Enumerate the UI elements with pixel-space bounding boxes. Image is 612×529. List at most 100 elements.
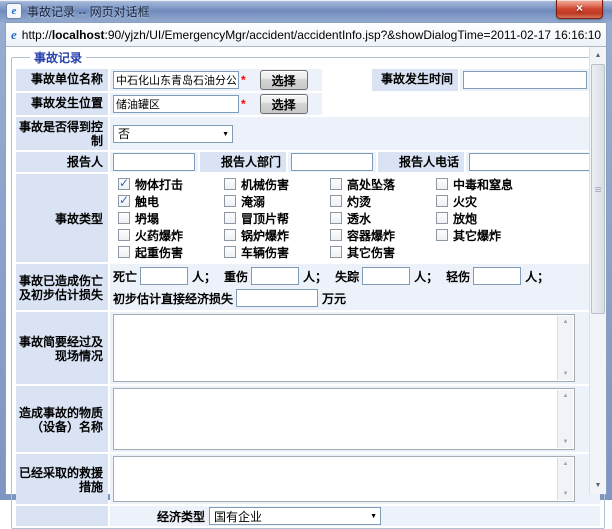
light-input[interactable] <box>473 267 521 285</box>
checkbox-label: 透水 <box>347 210 371 227</box>
accident-type-option[interactable]: 触电 <box>118 194 224 208</box>
url-text: http://localhost:90/yjzh/UI/EmergencyMgr… <box>22 28 601 42</box>
checkbox-icon[interactable] <box>436 212 448 224</box>
accident-type-option[interactable]: 火药爆炸 <box>118 228 224 242</box>
chevron-down-icon: ▼ <box>370 513 377 520</box>
occur-time-cell <box>460 69 600 91</box>
checkbox-icon[interactable] <box>330 178 342 190</box>
serious-input[interactable] <box>251 267 299 285</box>
scrollbar-thumb[interactable] <box>591 64 605 314</box>
missing-input[interactable] <box>362 267 410 285</box>
checkbox-icon[interactable] <box>436 195 448 207</box>
occur-time-label: 事故发生时间 <box>372 69 458 91</box>
checkbox-icon[interactable] <box>118 229 130 241</box>
econ-loss-input[interactable] <box>236 289 318 307</box>
textarea-scrollbar[interactable]: ▲▼ <box>557 316 573 380</box>
url-host: localhost <box>52 28 105 42</box>
accident-type-option[interactable]: 高处坠落 <box>330 177 436 191</box>
vertical-scrollbar[interactable]: ▲ ▼ <box>589 47 606 494</box>
checkbox-icon[interactable] <box>224 178 236 190</box>
accident-type-option[interactable]: 透水 <box>330 211 436 225</box>
checkbox-icon[interactable] <box>330 246 342 258</box>
unit-name-input[interactable] <box>113 71 239 89</box>
econ-type-value: 国有企业 <box>214 508 262 525</box>
reporter-phone-cell <box>466 152 600 172</box>
checkbox-icon[interactable] <box>118 246 130 258</box>
unit-name-cell: * 选择 <box>110 69 322 91</box>
accident-type-option[interactable]: 起重伤害 <box>118 245 224 259</box>
accident-type-option[interactable]: 其它爆炸 <box>436 228 542 242</box>
scroll-down-icon[interactable]: ▼ <box>558 439 573 445</box>
checkbox-icon[interactable] <box>224 212 236 224</box>
accident-type-option[interactable]: 物体打击 <box>118 177 224 191</box>
checkbox-icon[interactable] <box>224 246 236 258</box>
reporter-input[interactable] <box>113 153 195 171</box>
econ-type-label: 经济类型 <box>157 508 205 525</box>
accident-type-option[interactable]: 其它伤害 <box>330 245 436 259</box>
brief-textarea[interactable]: ▲▼ <box>113 314 575 382</box>
row-material: 造成事故的物质（设备）名称 ▲▼ <box>16 386 600 452</box>
accident-type-option[interactable]: 车辆伤害 <box>224 245 330 259</box>
scroll-down-button[interactable]: ▼ <box>590 478 606 493</box>
unit-select-button[interactable]: 选择 <box>260 70 308 90</box>
checkbox-icon[interactable] <box>118 178 130 190</box>
scroll-down-icon[interactable]: ▼ <box>558 371 573 377</box>
accident-type-option[interactable]: 坍塌 <box>118 211 224 225</box>
location-input[interactable] <box>113 95 239 113</box>
controlled-select[interactable]: 否 ▼ <box>113 125 233 143</box>
accident-type-option[interactable]: 淹溺 <box>224 194 330 208</box>
accident-type-option[interactable]: 火灾 <box>436 194 542 208</box>
scroll-up-icon[interactable]: ▲ <box>558 461 573 467</box>
econ-type-select[interactable]: 国有企业 ▼ <box>209 507 381 525</box>
rescue-textarea[interactable]: ▲▼ <box>113 456 575 502</box>
row-location: 事故发生位置 * 选择 <box>16 93 600 115</box>
checkbox-icon[interactable] <box>330 195 342 207</box>
rescue-label: 已经采取的救援措施 <box>16 454 108 504</box>
accident-type-option[interactable]: 灼烫 <box>330 194 436 208</box>
row-unit-time: 事故单位名称 * 选择 事故发生时间 <box>16 69 600 91</box>
location-select-button[interactable]: 选择 <box>260 94 308 114</box>
accident-type-option[interactable]: 机械伤害 <box>224 177 330 191</box>
accident-type-label: 事故类型 <box>16 174 108 262</box>
accident-type-option[interactable]: 冒顶片帮 <box>224 211 330 225</box>
scroll-up-button[interactable]: ▲ <box>590 48 606 63</box>
required-asterisk: * <box>241 97 246 111</box>
reporter-dept-input[interactable] <box>291 153 373 171</box>
accident-type-option[interactable]: 锅炉爆炸 <box>224 228 330 242</box>
row-econ-type: 经济类型 国有企业 ▼ <box>16 506 600 526</box>
location-cell: * 选择 <box>110 93 322 115</box>
checkbox-icon[interactable] <box>224 229 236 241</box>
brief-cell: ▲▼ <box>110 312 600 384</box>
url-bar: e http://localhost:90/yjzh/UI/EmergencyM… <box>6 23 606 47</box>
checkbox-icon[interactable] <box>436 229 448 241</box>
checkbox-icon[interactable] <box>436 178 448 190</box>
accident-type-option[interactable]: 中毒和窒息 <box>436 177 542 191</box>
death-input[interactable] <box>140 267 188 285</box>
material-textarea[interactable]: ▲▼ <box>113 388 575 450</box>
death-label: 死亡 <box>113 268 137 285</box>
checkbox-label: 灼烫 <box>347 193 371 210</box>
accident-type-option[interactable]: 放炮 <box>436 211 542 225</box>
textarea-scrollbar[interactable]: ▲▼ <box>557 458 573 500</box>
reporter-cell <box>110 152 198 172</box>
title-bar[interactable]: e 事故记录 -- 网页对话框 × <box>0 0 612 22</box>
checkbox-label: 其它伤害 <box>347 244 395 261</box>
checkbox-label: 机械伤害 <box>241 176 289 193</box>
checkbox-icon[interactable] <box>330 229 342 241</box>
scroll-up-icon[interactable]: ▲ <box>558 319 573 325</box>
accident-type-option[interactable]: 容器爆炸 <box>330 228 436 242</box>
checkbox-label: 容器爆炸 <box>347 227 395 244</box>
occur-time-input[interactable] <box>463 71 587 89</box>
checkbox-icon[interactable] <box>118 212 130 224</box>
checkbox-icon[interactable] <box>330 212 342 224</box>
unit-label: 人； <box>192 268 216 285</box>
spacer <box>324 93 600 115</box>
checkbox-icon[interactable] <box>118 195 130 207</box>
row-reporter: 报告人 报告人部门 报告人电话 <box>16 152 600 172</box>
scroll-down-icon[interactable]: ▼ <box>558 491 573 497</box>
reporter-phone-input[interactable] <box>469 153 597 171</box>
close-button[interactable]: × <box>556 0 603 19</box>
scroll-up-icon[interactable]: ▲ <box>558 393 573 399</box>
textarea-scrollbar[interactable]: ▲▼ <box>557 390 573 448</box>
checkbox-icon[interactable] <box>224 195 236 207</box>
